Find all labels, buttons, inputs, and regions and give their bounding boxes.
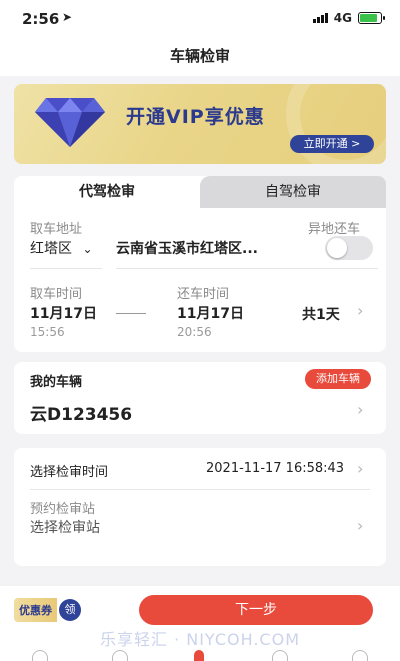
booking-card: 代驾检审 自驾检审 取车地址 红塔区 ⌄ 云南省玉溪市红塔区... 异地还车 取… (14, 176, 386, 352)
chevron-right-icon[interactable]: › (357, 400, 363, 419)
bottom-bar: 优惠券 领 下一步 乐享轻汇 · NIYCOH.COM (0, 586, 400, 661)
status-bar: 2:56 ➤ 4G (0, 0, 400, 36)
pickup-address[interactable]: 云南省玉溪市红塔区... (116, 238, 258, 258)
service-tabs: 代驾检审 自驾检审 (14, 176, 386, 208)
inspection-time-label: 选择检审时间 (30, 465, 109, 480)
inspection-card: 选择检审时间 2021-11-17 16:58:43 › 预约检审站 选择检审站… (14, 448, 386, 566)
chevron-down-icon: ⌄ (82, 242, 93, 256)
total-days: 共1天 (302, 307, 340, 323)
coupon-badge[interactable]: 优惠券 领 (14, 598, 81, 622)
tab-self-drive-inspection[interactable]: 自驾检审 (200, 176, 386, 208)
district-value: 红塔区 (30, 241, 72, 257)
cart-icon[interactable] (112, 650, 128, 661)
vip-open-button[interactable]: 立即开通 > (290, 135, 374, 153)
toggle-knob (327, 238, 347, 258)
watermark: 乐享轻汇 · NIYCOH.COM (99, 630, 301, 649)
pickup-address-label: 取车地址 (30, 222, 83, 237)
return-time-label: 还车时间 (177, 287, 230, 302)
my-car-title: 我的车辆 (30, 375, 83, 390)
battery-icon (358, 12, 385, 24)
location-arrow-icon: ➤ (62, 10, 73, 24)
return-other-label: 异地还车 (308, 222, 361, 237)
chevron-right-icon[interactable]: › (357, 516, 363, 535)
return-other-toggle[interactable] (325, 236, 373, 260)
pickup-time: 15:56 (30, 325, 65, 339)
add-car-button[interactable]: 添加车辆 (305, 369, 371, 389)
divider (30, 268, 102, 269)
tab-valet-inspection[interactable]: 代驾检审 (14, 176, 200, 208)
signal-icon (312, 13, 328, 23)
profile-icon[interactable] (352, 650, 368, 661)
return-date[interactable]: 11月17日 (177, 303, 244, 323)
active-tab-icon[interactable] (194, 650, 204, 661)
car-plate[interactable]: 云D123456 (30, 400, 132, 425)
tab-bar-icons (0, 650, 400, 661)
time-separator (116, 313, 146, 314)
vip-banner[interactable]: 开通VIP享优惠 立即开通 > (14, 84, 386, 164)
station-select[interactable]: 选择检审站 (30, 517, 100, 537)
divider (30, 489, 370, 490)
chevron-right-icon[interactable]: › (357, 459, 363, 478)
vip-title: 开通VIP享优惠 (126, 106, 265, 128)
status-indicators: 4G (312, 11, 385, 25)
my-car-card: 我的车辆 添加车辆 云D123456 › (14, 362, 386, 434)
district-select[interactable]: 红塔区 ⌄ (30, 238, 93, 258)
status-time: 2:56 (22, 10, 60, 28)
network-type: 4G (333, 11, 352, 25)
orders-icon[interactable] (272, 650, 288, 661)
page-title: 车辆检审 (169, 47, 230, 65)
home-icon[interactable] (32, 650, 48, 661)
coupon-label: 优惠券 (14, 598, 57, 622)
diamond-icon (35, 98, 105, 147)
return-time: 20:56 (177, 325, 212, 339)
nav-bar: 车辆检审 (0, 36, 400, 76)
divider (116, 268, 378, 269)
next-step-button[interactable]: 下一步 (139, 595, 373, 625)
inspection-time-value[interactable]: 2021-11-17 16:58:43 (206, 461, 344, 476)
pickup-time-label: 取车时间 (30, 287, 83, 302)
pickup-date[interactable]: 11月17日 (30, 303, 97, 323)
chevron-right-icon[interactable]: › (357, 301, 363, 320)
coupon-claim[interactable]: 领 (59, 599, 81, 621)
station-label: 预约检审站 (30, 502, 96, 517)
